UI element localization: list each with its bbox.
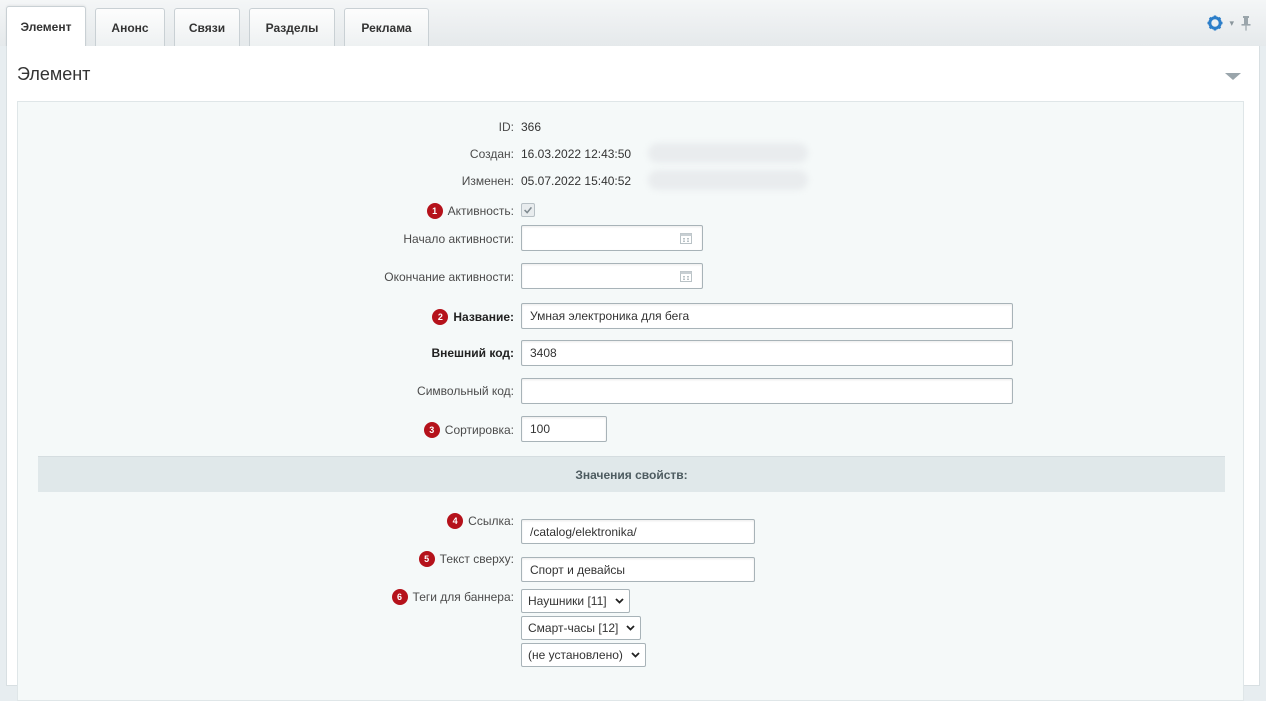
- banner-tag-select-1[interactable]: Наушники [11]: [521, 589, 630, 613]
- tab-links[interactable]: Связи: [174, 8, 240, 46]
- blurred-author: [648, 170, 808, 190]
- link-input[interactable]: /catalog/elektronika/: [521, 519, 755, 544]
- external-code-label: Внешний код:: [431, 346, 514, 360]
- properties-header: Значения свойств:: [38, 456, 1225, 492]
- modified-label: Изменен:: [461, 174, 514, 188]
- symbol-code-label: Символьный код:: [417, 384, 514, 398]
- name-label-text: Название:: [453, 310, 514, 324]
- form-area: ID: 366 Создан: 16.03.2022 12:43:50 Изме…: [17, 101, 1244, 701]
- calendar-icon[interactable]: [680, 232, 692, 244]
- created-label: Создан:: [469, 147, 514, 161]
- calendar-icon[interactable]: [680, 270, 692, 282]
- tab-element[interactable]: Элемент: [6, 6, 86, 47]
- banner-tag-select-2[interactable]: Смарт-часы [12]: [521, 616, 642, 640]
- sort-input[interactable]: 100: [521, 416, 607, 442]
- gear-icon[interactable]: [1207, 15, 1223, 31]
- banner-tag-select-3-value: (не установлено): [528, 648, 623, 662]
- banner-tag-select-1-value: Наушники [11]: [528, 594, 607, 608]
- banner-tag-select-2-value: Смарт-часы [12]: [528, 621, 619, 635]
- blurred-author: [648, 143, 808, 163]
- badge-2: 2: [432, 309, 449, 325]
- banner-tags-label-text: Теги для баннера:: [412, 590, 514, 604]
- tab-announce[interactable]: Анонс: [95, 8, 165, 46]
- tab-ads[interactable]: Реклама: [344, 8, 429, 46]
- tab-bar: Элемент Анонс Связи Разделы Реклама ▾: [0, 0, 1266, 47]
- active-from-input[interactable]: [521, 225, 703, 251]
- top-text-label-text: Текст сверху:: [439, 552, 514, 566]
- banner-tags-label: 6 Теги для баннера:: [391, 589, 514, 605]
- id-value: 366: [521, 120, 542, 134]
- active-to-label: Окончание активности:: [384, 270, 514, 284]
- chevron-down-icon: [631, 652, 640, 658]
- modified-value: 05.07.2022 15:40:52: [521, 174, 632, 188]
- pin-icon[interactable]: [1240, 15, 1252, 31]
- active-label-text: Активность:: [447, 204, 514, 218]
- top-text-label: 5 Текст сверху:: [418, 551, 514, 567]
- banner-tag-select-3[interactable]: (не установлено): [521, 643, 646, 667]
- tab-toolbar: ▾: [1207, 15, 1252, 31]
- collapse-icon[interactable]: [1225, 73, 1241, 80]
- badge-6: 6: [391, 589, 408, 605]
- symbol-code-input[interactable]: [521, 378, 1013, 404]
- created-value: 16.03.2022 12:43:50: [521, 147, 632, 161]
- badge-5: 5: [418, 551, 435, 567]
- link-label-text: Ссылка:: [468, 514, 514, 528]
- name-input[interactable]: Умная электроника для бега: [521, 303, 1013, 329]
- check-icon: [524, 206, 533, 214]
- link-label: 4 Ссылка:: [447, 513, 514, 529]
- chevron-down-icon: [626, 625, 636, 631]
- active-to-input[interactable]: [521, 263, 703, 289]
- sort-label: 3 Сортировка:: [423, 422, 514, 438]
- active-checkbox[interactable]: [521, 203, 535, 217]
- active-label: 1 Активность:: [426, 203, 514, 219]
- id-label: ID:: [498, 120, 514, 134]
- badge-3: 3: [423, 422, 440, 438]
- top-text-input[interactable]: Спорт и девайсы: [521, 557, 755, 582]
- badge-1: 1: [426, 203, 443, 219]
- element-panel: Элемент ID: 366 Создан: 16.03.2022 12:43…: [6, 46, 1260, 701]
- sort-label-text: Сортировка:: [444, 423, 514, 437]
- section-title: Элемент: [17, 64, 91, 84]
- name-label: 2 Название:: [432, 309, 514, 325]
- active-from-label: Начало активности:: [403, 232, 514, 246]
- tab-sections[interactable]: Разделы: [249, 8, 335, 46]
- external-code-input[interactable]: 3408: [521, 340, 1013, 366]
- badge-4: 4: [447, 513, 464, 529]
- chevron-down-icon: [614, 598, 624, 604]
- chevron-down-icon[interactable]: ▾: [1229, 18, 1234, 29]
